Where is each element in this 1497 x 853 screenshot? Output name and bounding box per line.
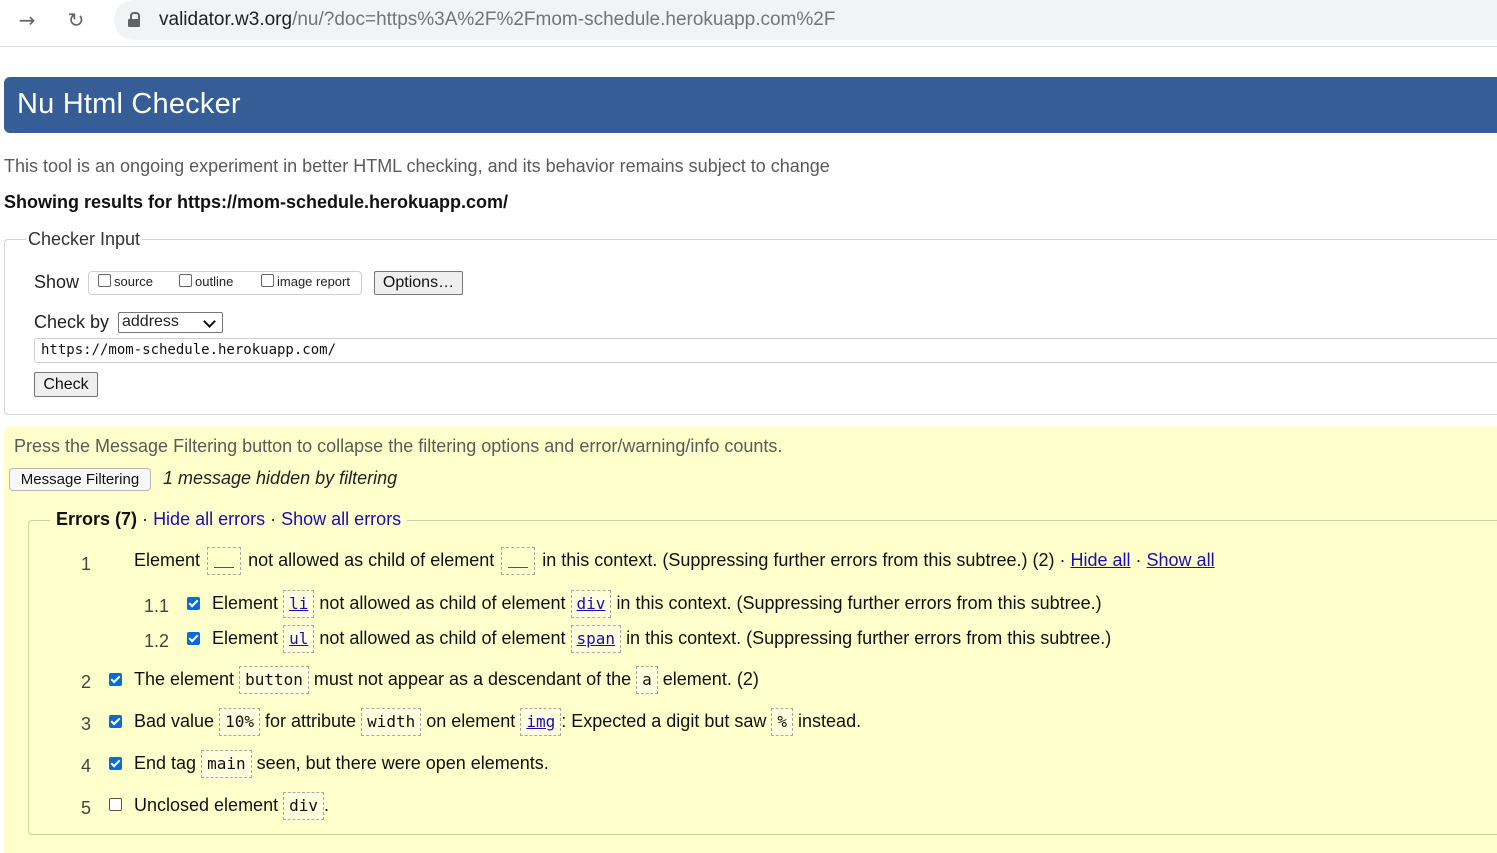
chevron-down-icon	[203, 315, 216, 328]
message-filtering-button[interactable]: Message Filtering	[9, 468, 151, 491]
code-token: li	[283, 590, 315, 618]
placeholder-element	[501, 547, 536, 575]
error-row: Bad value 10% for attribute width on ele…	[134, 708, 861, 736]
error-checkbox[interactable]	[187, 632, 200, 645]
placeholder-element	[207, 547, 242, 575]
error-checkbox[interactable]	[109, 673, 122, 686]
browser-toolbar: → ↻ validator.w3.org/nu/?doc=https%3A%2F…	[0, 0, 1497, 47]
checker-input-legend: Checker Input	[26, 229, 143, 250]
address-bar[interactable]: validator.w3.org/nu/?doc=https%3A%2F%2Fm…	[114, 0, 1497, 40]
error-checkbox[interactable]	[109, 798, 122, 811]
reload-icon[interactable]: ↻	[61, 6, 91, 34]
filtering-hint: Press the Message Filtering button to co…	[14, 436, 783, 456]
show-outline-option[interactable]: outline	[179, 274, 233, 289]
code-token: div	[570, 590, 612, 618]
error-number: 4	[81, 756, 92, 776]
error-checkbox[interactable]	[187, 597, 200, 610]
error-row: End tag main seen, but there were open e…	[134, 750, 549, 778]
code-token: span	[570, 625, 622, 653]
hide-all-errors-link[interactable]: Hide all errors	[153, 509, 265, 529]
check-button[interactable]: Check	[34, 372, 98, 397]
code-token: div	[283, 792, 325, 820]
code-token: button	[239, 666, 309, 694]
error-number: 1.1	[144, 596, 170, 616]
source-checkbox[interactable]	[98, 274, 111, 287]
code-token: main	[201, 750, 252, 778]
page-banner: Nu Html Checker	[4, 77, 1497, 133]
element-doc-link[interactable]: div	[577, 594, 606, 613]
show-all-link[interactable]: Show all	[1147, 550, 1215, 570]
error-row: The element button must not appear as a …	[134, 666, 759, 694]
showing-results-heading: Showing results for https://mom-schedule…	[4, 192, 509, 212]
address-bar-url[interactable]: validator.w3.org/nu/?doc=https%3A%2F%2Fm…	[159, 9, 835, 31]
hide-all-link[interactable]: Hide all	[1070, 550, 1130, 570]
error-checkbox[interactable]	[109, 715, 122, 728]
outline-checkbox[interactable]	[179, 274, 192, 287]
code-token: ul	[283, 625, 315, 653]
error-number: 5	[81, 798, 92, 818]
show-all-errors-link[interactable]: Show all errors	[281, 509, 401, 529]
error-group-row: Element not allowed as child of element …	[134, 547, 1215, 575]
code-token: img	[520, 708, 562, 736]
check-by-label: Check by	[34, 312, 110, 332]
error-number: 2	[81, 672, 92, 692]
code-token: 10%	[219, 708, 260, 736]
element-doc-link[interactable]: span	[577, 629, 616, 648]
errors-heading: Errors (7)	[56, 509, 138, 529]
error-row: Unclosed element div.	[134, 792, 329, 820]
element-doc-link[interactable]: img	[526, 712, 555, 731]
address-input[interactable]: https://mom-schedule.herokuapp.com/	[34, 338, 1497, 363]
error-row: Element ul not allowed as child of eleme…	[212, 625, 1111, 653]
error-number: 1	[81, 554, 92, 574]
check-by-select[interactable]: address	[118, 312, 223, 333]
image-report-checkbox[interactable]	[261, 274, 274, 287]
element-doc-link[interactable]: li	[289, 594, 308, 613]
code-token: %	[771, 708, 794, 736]
show-source-option[interactable]: source	[98, 274, 153, 289]
show-label: Show	[34, 272, 80, 292]
checker-input-fieldset	[4, 239, 1497, 415]
page-title: Nu Html Checker	[17, 88, 241, 120]
show-options-group: source outline image report	[88, 271, 362, 295]
error-row: Element li not allowed as child of eleme…	[212, 590, 1102, 618]
code-token: a	[636, 666, 658, 694]
error-number: 1.2	[144, 631, 170, 651]
hidden-messages-note: 1 message hidden by filtering	[163, 468, 398, 488]
error-checkbox[interactable]	[109, 757, 122, 770]
show-image-report-option[interactable]: image report	[261, 274, 350, 289]
lock-icon	[128, 12, 140, 27]
element-doc-link[interactable]: ul	[289, 629, 308, 648]
intro-text: This tool is an ongoing experiment in be…	[4, 156, 830, 176]
errors-legend: Errors (7) · Hide all errors · Show all …	[50, 509, 408, 530]
forward-icon[interactable]: →	[12, 6, 42, 34]
options-button[interactable]: Options…	[374, 271, 463, 295]
error-number: 3	[81, 714, 92, 734]
code-token: width	[361, 708, 422, 736]
